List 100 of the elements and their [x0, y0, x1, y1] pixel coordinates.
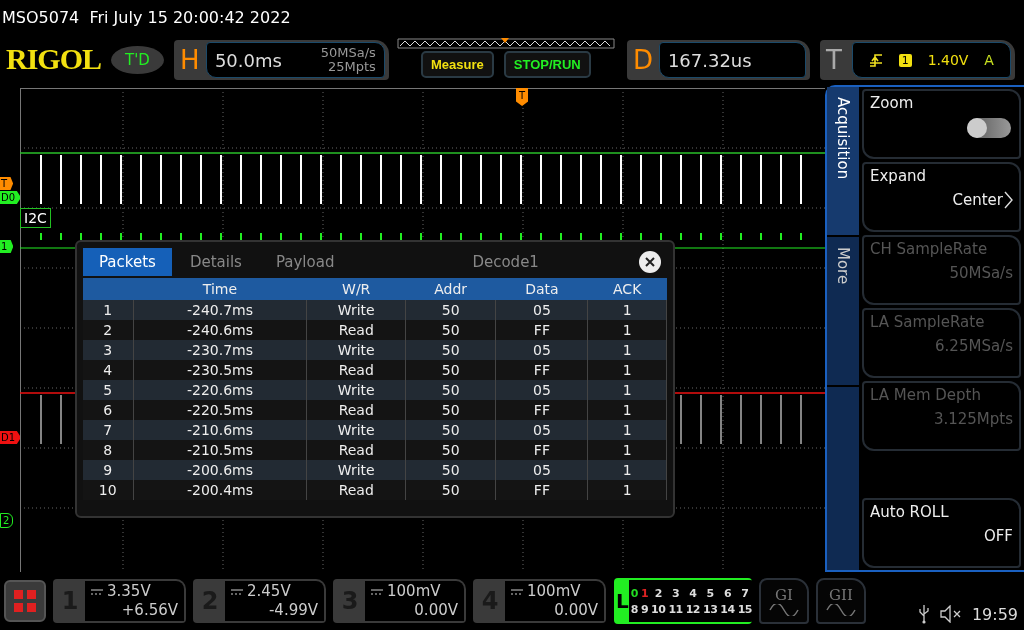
toggle-switch[interactable]: [967, 118, 1011, 138]
logic-channel-number: 9: [640, 602, 649, 616]
dc-coupling-icon: [231, 588, 243, 595]
column-header: ACK: [587, 278, 667, 300]
table-cell: FF: [495, 400, 588, 420]
table-cell: 1: [587, 340, 667, 360]
delay-value: 167.32us: [667, 49, 752, 71]
table-cell: -210.5ms: [133, 440, 307, 460]
trigger-level: 1.40V: [927, 52, 969, 68]
channel-scale: 2.45V: [247, 582, 291, 601]
table-cell: 1: [587, 400, 667, 420]
logic-channel-number: 4: [688, 586, 698, 600]
channel-marker[interactable]: 1: [0, 240, 14, 253]
channel-marker[interactable]: T: [0, 177, 14, 190]
trigger-label: T: [825, 45, 843, 75]
delay-panel[interactable]: D 167.32us: [626, 40, 810, 80]
generator-button[interactable]: GII: [816, 578, 866, 624]
logic-channel-number: 8: [630, 602, 638, 616]
tab[interactable]: Details: [173, 248, 258, 276]
table-cell: -210.6ms: [133, 420, 307, 440]
logic-channel-number: 2: [653, 586, 663, 600]
dc-coupling-icon: [371, 588, 383, 595]
table-cell: 10: [83, 480, 133, 500]
run-stop-button[interactable]: STOP/RUN: [503, 51, 591, 78]
menu-item[interactable]: Expand Center: [862, 162, 1021, 232]
table-cell: 50: [405, 480, 496, 500]
menu-item-label: Auto ROLL: [870, 503, 950, 521]
close-button[interactable]: [639, 251, 661, 273]
table-cell: -200.6ms: [133, 460, 307, 480]
logic-channel-number: 5: [705, 586, 715, 600]
table-cell: 50: [405, 360, 496, 380]
generator-button[interactable]: GI: [759, 578, 809, 624]
column-header: Data: [495, 278, 588, 300]
table-cell: 1: [587, 440, 667, 460]
grid-icon: [14, 590, 36, 612]
trigger-source-badge: 1: [898, 53, 912, 67]
column-header: Addr: [405, 278, 496, 300]
timebase-value: 50.0ms: [214, 49, 282, 71]
table-cell: 1: [587, 420, 667, 440]
logic-channel-number: 11: [668, 602, 683, 616]
trigger-panel[interactable]: T 1 1.40V A: [819, 40, 1015, 80]
table-cell: 05: [495, 340, 588, 360]
sine-wave-icon: [826, 604, 856, 616]
trigger-position-marker[interactable]: T: [516, 88, 529, 106]
table-cell: Read: [306, 480, 406, 500]
tab[interactable]: Payload: [259, 248, 351, 276]
table-cell: 9: [83, 460, 133, 480]
logic-channel-number: 14: [720, 602, 735, 616]
table-cell: Write: [306, 380, 406, 400]
logic-channel-number: 1: [640, 586, 649, 600]
menu-item[interactable]: Zoom: [862, 89, 1021, 159]
table-cell: 50: [405, 440, 496, 460]
menu-item-label: Expand: [870, 167, 928, 185]
channel-marker[interactable]: 2: [0, 513, 14, 528]
horizontal-label: H: [179, 45, 201, 75]
table-cell: 2: [83, 320, 133, 340]
logic-channel-number: 3: [670, 586, 681, 600]
measure-button[interactable]: Measure: [421, 51, 494, 78]
table-cell: -200.4ms: [133, 480, 307, 500]
tab[interactable]: Packets: [83, 248, 172, 276]
table-cell: FF: [495, 440, 588, 460]
table-cell: Write: [306, 340, 406, 360]
table-cell: FF: [495, 480, 588, 500]
channel-scale: 100mV: [387, 582, 441, 601]
table-cell: 5: [83, 380, 133, 400]
horizontal-panel[interactable]: H 50.0ms 50MSa/s 25Mpts: [173, 40, 389, 80]
channel-marker[interactable]: D0: [0, 191, 22, 204]
table-cell: Write: [306, 460, 406, 480]
logic-label: L: [616, 589, 629, 613]
table-cell: 1: [587, 380, 667, 400]
table-cell: -230.7ms: [133, 340, 307, 360]
table-cell: 8: [83, 440, 133, 460]
memory-depth: 25Mpts: [328, 60, 376, 74]
menu-item-value: 6.25MSa/s: [935, 337, 1013, 355]
table-cell: 05: [495, 420, 588, 440]
menu-item-value: OFF: [983, 527, 1013, 545]
table-cell: 50: [405, 400, 496, 420]
menu-item[interactable]: Auto ROLL OFF: [862, 498, 1021, 568]
table-cell: 50: [405, 460, 496, 480]
speaker-muted-icon[interactable]: [939, 605, 962, 623]
trigger-mode: A: [984, 52, 994, 68]
window-title: MSO5074 Fri July 15 20:00:42 2022: [2, 8, 291, 27]
menu-item-label: LA SampleRate: [870, 313, 986, 331]
menu-item-value: 3.125Mpts: [933, 410, 1013, 428]
sample-rate: 50MSa/s: [320, 46, 376, 60]
rising-edge-icon: [868, 52, 883, 68]
logic-channel-number: 0: [630, 586, 638, 600]
logic-channel-number: 15: [737, 602, 752, 616]
table-cell: -220.6ms: [133, 380, 307, 400]
menu-item-value: Center: [952, 191, 1003, 209]
table-cell: 50: [405, 300, 496, 320]
channel-marker[interactable]: D1: [0, 431, 22, 444]
table-cell: 1: [587, 320, 667, 340]
dc-coupling-icon: [511, 588, 523, 595]
table-cell: 3: [83, 340, 133, 360]
channel-offset: 0.00V: [414, 601, 458, 620]
table-cell: -230.5ms: [133, 360, 307, 380]
dc-coupling-icon: [91, 588, 103, 595]
menu-tab[interactable]: Acquisition: [827, 87, 859, 237]
channel-scale: 3.35V: [107, 582, 151, 601]
